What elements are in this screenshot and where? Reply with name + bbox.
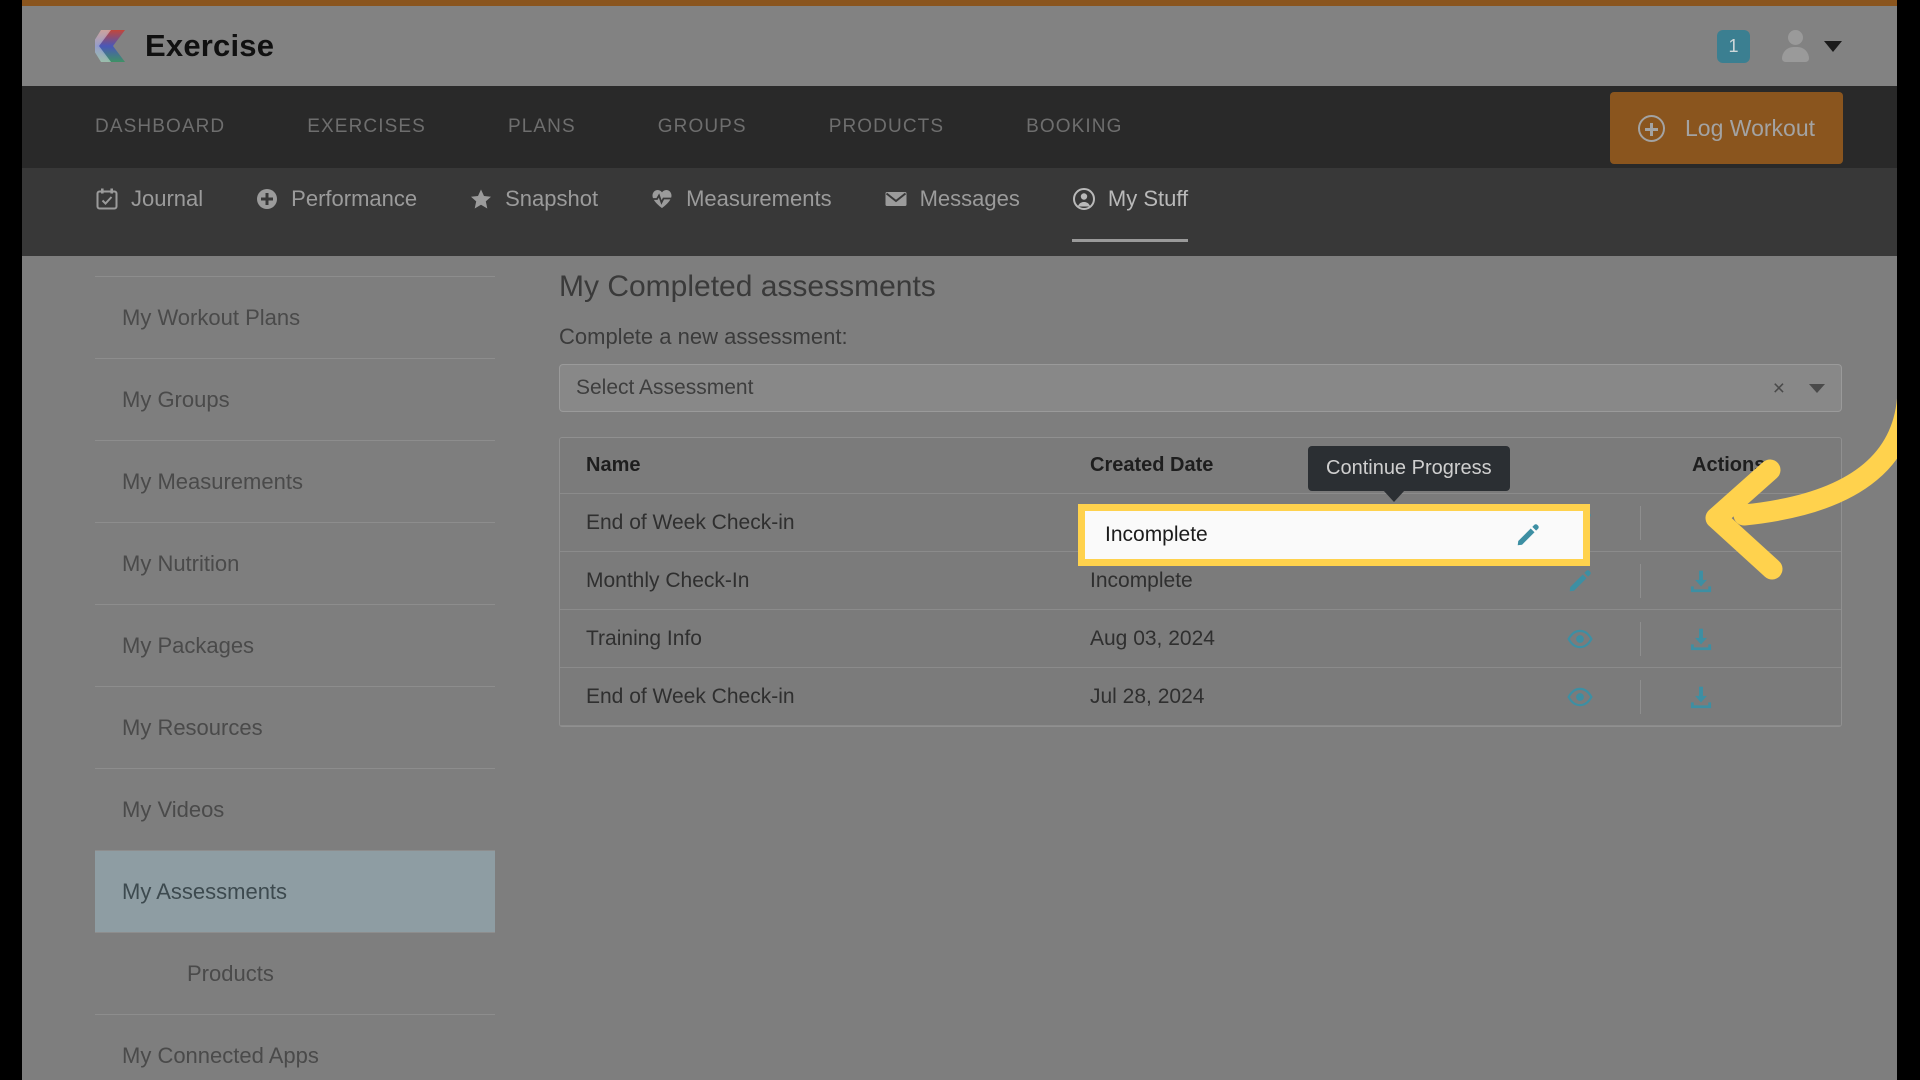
nav-item-plans[interactable]: PLANS — [508, 116, 576, 138]
app-header: Exercise 1 — [22, 6, 1897, 86]
nav-item-exercises[interactable]: EXERCISES — [307, 116, 426, 138]
download-action[interactable] — [1641, 684, 1761, 710]
cell-created-date: Incomplete — [1105, 523, 1208, 546]
download-icon — [1690, 628, 1712, 650]
page-body: My Workout Plans My Groups My Measuremen… — [22, 256, 1897, 1080]
log-workout-label: Log Workout — [1685, 114, 1815, 141]
tab-my-stuff[interactable]: My Stuff — [1071, 168, 1189, 256]
sidebar-item-my-nutrition[interactable]: My Nutrition — [95, 522, 495, 604]
app-frame: Exercise 1 DASHBOARD EXERCISES PLANS GRO… — [22, 0, 1897, 1080]
nav-item-products[interactable]: PRODUCTS — [829, 116, 944, 138]
sidebar-item-my-measurements[interactable]: My Measurements — [95, 440, 495, 522]
assessments-table: Name Created Date Actions End of Week Ch… — [559, 437, 1842, 727]
cell-created-date: Aug 03, 2024 — [1090, 626, 1215, 650]
nav-item-groups[interactable]: GROUPS — [658, 116, 747, 138]
sidebar-item-my-videos[interactable]: My Videos — [95, 768, 495, 850]
tab-label: Snapshot — [505, 186, 599, 211]
cell-created-date: Jul 28, 2024 — [1090, 684, 1205, 708]
sub-nav-tabs: Journal Performance Snapshot Measurement… — [95, 168, 1240, 256]
cell-created-date: Incomplete — [1090, 568, 1193, 592]
eye-icon — [1567, 687, 1593, 706]
view-action[interactable] — [1520, 626, 1640, 652]
sidebar-item-my-groups[interactable]: My Groups — [95, 358, 495, 440]
pencil-icon — [1517, 524, 1539, 546]
tab-label: Journal — [131, 186, 204, 211]
tab-messages[interactable]: Messages — [884, 168, 1020, 256]
sidebar-item-my-resources[interactable]: My Resources — [95, 686, 495, 768]
calendar-check-icon — [96, 188, 118, 210]
nav-item-dashboard[interactable]: DASHBOARD — [95, 116, 225, 138]
header-right: 1 — [1717, 29, 1842, 63]
sidebar-item-my-assessments[interactable]: My Assessments — [95, 850, 495, 932]
user-menu[interactable] — [1780, 30, 1842, 62]
heartbeat-icon — [652, 190, 673, 208]
sidebar-item-products[interactable]: Products — [95, 932, 495, 1014]
select-assessment-value: Select Assessment — [576, 376, 754, 399]
download-icon — [1690, 686, 1712, 708]
main-content: My Completed assessments Complete a new … — [559, 270, 1842, 727]
table-header-row: Name Created Date Actions — [560, 438, 1841, 494]
main-nav-items: DASHBOARD EXERCISES PLANS GROUPS PRODUCT… — [95, 116, 1205, 138]
plus-circle-icon — [1638, 114, 1666, 142]
caret-down-icon[interactable] — [1809, 383, 1825, 393]
continue-progress-button[interactable] — [1515, 522, 1541, 548]
tab-label: My Stuff — [1107, 186, 1189, 211]
eye-icon — [1567, 629, 1593, 648]
tab-label: Performance — [291, 186, 418, 211]
chevron-down-icon — [1824, 40, 1842, 52]
pencil-icon — [1569, 569, 1591, 591]
cell-actions — [1520, 621, 1841, 656]
tab-label: Messages — [919, 186, 1020, 211]
cell-name: Training Info — [586, 626, 702, 650]
tab-label: Measurements — [686, 186, 832, 211]
edit-action[interactable] — [1520, 568, 1640, 594]
plus-circle-icon — [257, 189, 278, 209]
cell-actions — [1520, 679, 1841, 714]
exercise-chevron-logo-icon — [95, 30, 125, 62]
brand[interactable]: Exercise — [95, 28, 274, 64]
sidebar-item-my-workout-plans[interactable]: My Workout Plans — [95, 276, 495, 358]
select-assessment-label: Complete a new assessment: — [559, 324, 848, 349]
sidebar: My Workout Plans My Groups My Measuremen… — [95, 276, 495, 1080]
table-row[interactable]: End of Week Check-in Jul 28, 2024 — [560, 668, 1841, 726]
user-avatar-icon — [1780, 30, 1810, 62]
download-action[interactable] — [1641, 568, 1761, 594]
sidebar-item-my-connected-apps[interactable]: My Connected Apps — [95, 1014, 495, 1080]
select-actions: × — [1773, 378, 1825, 399]
user-circle-icon — [1072, 188, 1095, 210]
nav-item-booking[interactable]: BOOKING — [1026, 116, 1122, 138]
column-header-actions: Actions — [1692, 454, 1766, 476]
cell-actions — [1520, 563, 1841, 598]
view-action[interactable] — [1520, 684, 1640, 710]
table-row[interactable]: Training Info Aug 03, 2024 — [560, 610, 1841, 668]
tooltip: Continue Progress — [1308, 446, 1510, 502]
tab-measurements[interactable]: Measurements — [650, 168, 832, 256]
main-navigation: DASHBOARD EXERCISES PLANS GROUPS PRODUCT… — [22, 86, 1897, 168]
action-divider — [1640, 505, 1641, 540]
download-action[interactable] — [1641, 626, 1761, 652]
sub-navigation: Journal Performance Snapshot Measurement… — [22, 168, 1897, 256]
tab-performance[interactable]: Performance — [255, 168, 417, 256]
tab-snapshot[interactable]: Snapshot — [469, 168, 598, 256]
cell-name: End of Week Check-in — [586, 510, 795, 534]
close-x-icon[interactable]: × — [1773, 378, 1785, 399]
cell-name: End of Week Check-in — [586, 684, 795, 708]
sidebar-item-my-packages[interactable]: My Packages — [95, 604, 495, 686]
tab-journal[interactable]: Journal — [95, 168, 203, 256]
page-title: My Completed assessments — [559, 270, 936, 303]
message-count-badge[interactable]: 1 — [1717, 29, 1750, 63]
column-header-name: Name — [586, 454, 641, 476]
star-icon — [471, 189, 492, 209]
envelope-icon — [885, 192, 907, 206]
log-workout-button[interactable]: Log Workout — [1610, 92, 1843, 164]
cell-name: Monthly Check-In — [586, 568, 750, 592]
download-icon — [1690, 570, 1712, 592]
brand-name: Exercise — [145, 28, 275, 63]
select-assessment-dropdown[interactable]: Select Assessment × — [559, 364, 1842, 412]
highlighted-row-cell[interactable]: Incomplete — [1078, 504, 1590, 566]
